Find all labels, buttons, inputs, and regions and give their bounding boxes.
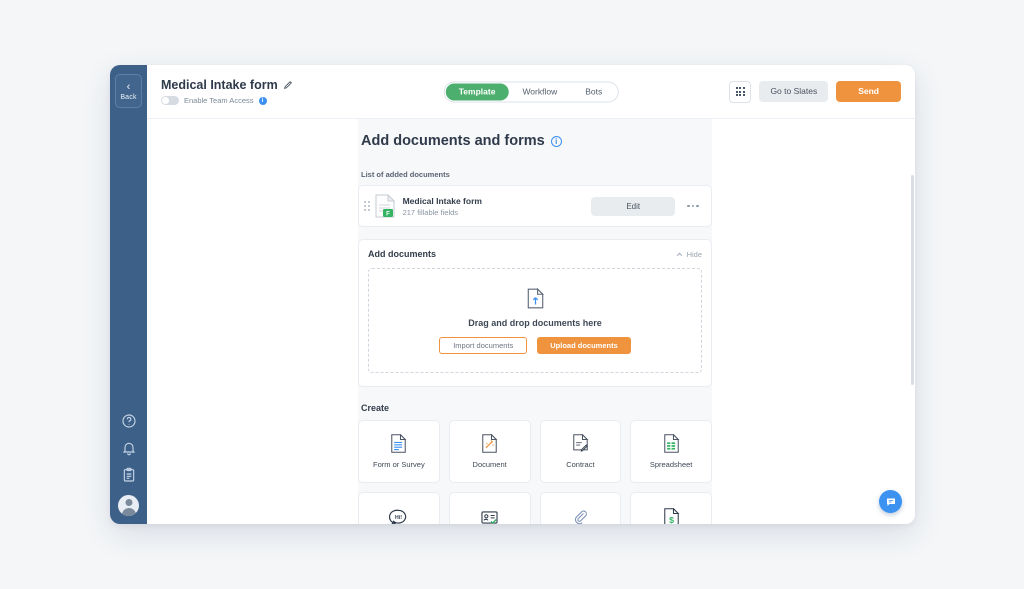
hide-panel-button[interactable]: Hide bbox=[676, 250, 702, 259]
main-area: Medical Intake form Enable Team Access i bbox=[147, 65, 915, 524]
document-name: Medical Intake form bbox=[403, 196, 482, 206]
page-title: Medical Intake form bbox=[161, 78, 293, 92]
create-card-label: Document bbox=[473, 460, 507, 469]
dropzone-buttons: Import documents Upload documents bbox=[439, 337, 631, 354]
upload-documents-button[interactable]: Upload documents bbox=[537, 337, 631, 354]
tab-template[interactable]: Template bbox=[446, 83, 509, 100]
drag-handle-icon[interactable] bbox=[364, 201, 370, 210]
chevron-left-icon: ‹ bbox=[127, 82, 131, 92]
create-card-label: Spreadsheet bbox=[650, 460, 693, 469]
toggle-knob bbox=[162, 97, 169, 104]
create-card-spreadsheet[interactable]: Spreadsheet bbox=[630, 420, 712, 483]
section-heading: Add documents and forms i bbox=[358, 133, 712, 149]
create-card-welcome-form[interactable]: Hi! Welcome form bbox=[358, 492, 440, 524]
dropzone-text: Drag and drop documents here bbox=[468, 318, 602, 328]
authentication-id-icon bbox=[480, 508, 499, 524]
back-button[interactable]: ‹ Back bbox=[115, 74, 142, 108]
header-actions: Go to Slates Send bbox=[729, 81, 901, 103]
back-button-label: Back bbox=[120, 94, 136, 101]
add-documents-title: Add documents bbox=[368, 249, 436, 259]
edit-button[interactable]: Edit bbox=[591, 197, 675, 216]
document-info: Medical Intake form 217 fillable fields bbox=[403, 196, 482, 217]
create-grid: Form or Survey Document bbox=[358, 420, 712, 524]
kebab-menu-icon[interactable] bbox=[684, 202, 702, 211]
tab-workflow[interactable]: Workflow bbox=[508, 83, 571, 100]
svg-text:$: $ bbox=[669, 515, 674, 524]
content-scroll-area: Add documents and forms i List of added … bbox=[147, 119, 915, 524]
paperclip-icon bbox=[571, 508, 590, 524]
screen-background: ‹ Back bbox=[0, 0, 1024, 589]
document-wand-icon bbox=[480, 434, 499, 453]
app-window: ‹ Back bbox=[110, 65, 915, 524]
sidebar-bottom-icons bbox=[110, 413, 147, 516]
create-card-form-or-survey[interactable]: Form or Survey bbox=[358, 420, 440, 483]
send-button[interactable]: Send bbox=[836, 81, 901, 102]
create-card-label: Contract bbox=[566, 460, 594, 469]
chevron-up-icon bbox=[676, 251, 683, 258]
tab-bots[interactable]: Bots bbox=[571, 83, 616, 100]
pencil-icon[interactable] bbox=[283, 80, 293, 90]
dropzone[interactable]: Drag and drop documents here Import docu… bbox=[368, 268, 702, 373]
top-header-bar: Medical Intake form Enable Team Access i bbox=[147, 65, 915, 119]
title-block: Medical Intake form Enable Team Access i bbox=[161, 78, 293, 105]
bell-icon[interactable] bbox=[121, 440, 137, 456]
help-icon[interactable] bbox=[121, 413, 137, 429]
grid-dots bbox=[736, 87, 745, 96]
contract-pencil-icon bbox=[571, 434, 590, 453]
panel-header: Add documents Hide bbox=[368, 249, 702, 259]
document-title-text: Medical Intake form bbox=[161, 78, 278, 92]
create-card-accept-payments[interactable]: $ Accept payments bbox=[630, 492, 712, 524]
svg-text:Hi!: Hi! bbox=[395, 515, 402, 521]
team-access-row: Enable Team Access i bbox=[161, 96, 293, 105]
left-sidebar: ‹ Back bbox=[110, 65, 147, 524]
content-column: Add documents and forms i List of added … bbox=[358, 119, 712, 524]
chat-bubble-icon[interactable] bbox=[879, 490, 902, 513]
info-icon[interactable]: i bbox=[259, 97, 267, 105]
view-tabs: Template Workflow Bots bbox=[444, 81, 619, 102]
welcome-chat-icon: Hi! bbox=[389, 508, 408, 524]
file-upload-icon bbox=[527, 288, 544, 309]
hide-label: Hide bbox=[687, 250, 702, 259]
team-access-label: Enable Team Access bbox=[184, 96, 254, 105]
enable-team-access-toggle[interactable] bbox=[161, 96, 179, 105]
svg-text:F: F bbox=[386, 210, 390, 217]
list-section-label: List of added documents bbox=[361, 170, 712, 179]
clipboard-icon[interactable] bbox=[121, 467, 137, 483]
grid-apps-icon[interactable] bbox=[729, 81, 751, 103]
create-card-label: Form or Survey bbox=[373, 460, 425, 469]
import-documents-button[interactable]: Import documents bbox=[439, 337, 527, 354]
create-card-authentication-form[interactable]: Authentication form bbox=[449, 492, 531, 524]
payment-dollar-icon: $ bbox=[662, 508, 681, 524]
vertical-scrollbar[interactable] bbox=[911, 175, 914, 522]
spreadsheet-icon bbox=[662, 434, 681, 453]
add-documents-panel: Add documents Hide bbox=[358, 239, 712, 387]
table-row[interactable]: F Medical Intake form 217 fillable field… bbox=[358, 185, 712, 227]
create-card-document[interactable]: Document bbox=[449, 420, 531, 483]
avatar[interactable] bbox=[118, 495, 139, 516]
document-subtitle: 217 fillable fields bbox=[403, 208, 482, 217]
document-thumbnail-icon: F bbox=[375, 194, 395, 218]
scrollbar-thumb[interactable] bbox=[911, 175, 914, 385]
create-section-label: Create bbox=[361, 403, 712, 413]
form-document-icon bbox=[389, 434, 408, 453]
info-icon[interactable]: i bbox=[551, 136, 562, 147]
create-card-request-attachments[interactable]: Request attachments bbox=[540, 492, 622, 524]
row-actions: Edit bbox=[591, 197, 702, 216]
section-heading-text: Add documents and forms bbox=[361, 133, 545, 149]
go-to-slates-button[interactable]: Go to Slates bbox=[759, 81, 828, 102]
create-card-contract[interactable]: Contract bbox=[540, 420, 622, 483]
